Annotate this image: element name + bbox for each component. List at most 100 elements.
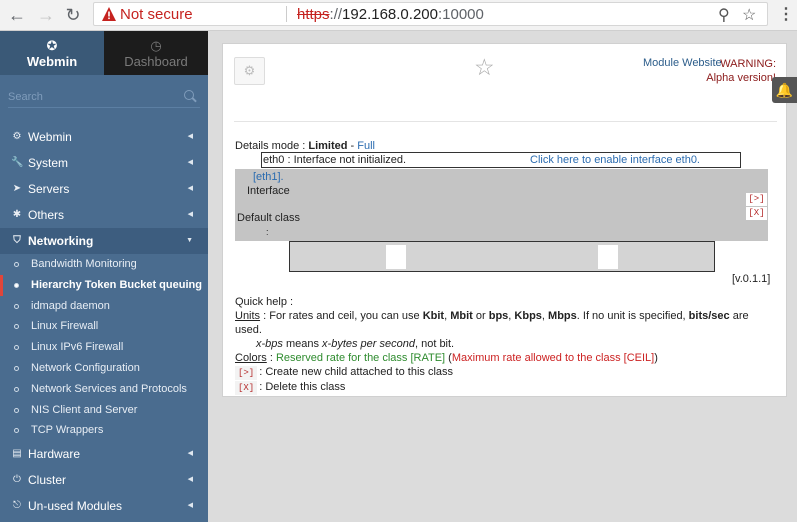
notification-bell-icon[interactable]: 🔔 [772,77,797,103]
quick-help: Quick help : Units : For rates and ceil,… [235,295,775,395]
rate-slot [386,245,406,269]
add-code: [>] [235,366,258,380]
alpha-warning: WARNING: Alpha version! [706,57,776,85]
security-label[interactable]: Not secure [120,6,193,23]
help-xbps-line: x-bps means x-bytes per second, not bit. [235,337,775,351]
sidebar-subitem-network-configuration[interactable]: Network Configuration [0,358,208,379]
colors-colon: : [266,352,276,364]
colors-label: Colors [235,352,267,364]
help-del-line: [X]: Delete this class [235,380,775,395]
module-panel: ⚙ ☆ Module Website WARNING: Alpha versio… [222,43,787,397]
details-mode: Details mode : Limited - Full [235,140,375,152]
caret-left-icon: ◀ [187,159,193,166]
main-content: ⚙ ☆ Module Website WARNING: Alpha versio… [208,31,797,522]
sidebar-item-servers[interactable]: ➤ Servers ◀ [0,176,208,202]
sidebar-item-system[interactable]: 🔧 System ◀ [0,150,208,176]
reload-icon[interactable]: ↻ [62,4,84,26]
sidebar-subitem-label: Network Services and Protocols [31,382,187,395]
unit-mbps: Mbps [548,310,577,322]
sidebar-subitem-label: Bandwidth Monitoring [31,258,137,270]
bell-glyph: 🔔 [775,82,794,98]
sidebar-item-label: Networking [28,234,94,248]
zoom-icon[interactable]: ⚲ [718,5,730,25]
sidebar-item-label: Un-used Modules [28,499,123,514]
caret-left-icon: ◀ [187,502,193,510]
interface-status-message: eth0 : Interface not initialized. [263,154,407,166]
delete-class-button[interactable]: [X] [746,207,767,220]
bullet-icon [14,365,19,371]
enable-interface-link[interactable]: Click here to enable interface eth0. [530,153,700,167]
forward-icon[interactable]: → [35,4,57,26]
url-port: :10000 [437,6,484,23]
sidebar-menu: ⚙ Webmin ◀ 🔧 System ◀ ➤ Servers ◀ ✱ Othe… [0,124,208,519]
tab-webmin[interactable]: ✪ Webmin [0,31,104,75]
url-scheme: https [297,6,330,23]
sidebar-subitem-linux-ipv6-firewall[interactable]: Linux IPv6 Firewall [0,337,208,358]
bullet-icon [14,345,19,351]
webmin-logo-icon: ✪ [46,38,58,53]
sidebar-subitem-nis[interactable]: NIS Client and Server [0,400,208,421]
unit-bps: bps [488,310,509,322]
bullet-icon [14,303,19,309]
sidebar-subitem-htb-queuing[interactable]: Hierarchy Token Bucket queuing [0,274,208,296]
warning-line-2: Alpha version! [706,72,776,84]
unit-mbit: Mbit [450,310,473,322]
sidebar-tabs: ✪ Webmin ◷ Dashboard [0,31,208,75]
sidebar-item-networking[interactable]: ⛉ Networking ▼ [0,228,208,254]
search-icon[interactable] [184,90,194,100]
sidebar-item-unused-modules[interactable]: ⎋ Un-used Modules ◀ [0,493,208,519]
search-input[interactable] [8,88,178,106]
max-rate-text: Maximum rate allowed to the class [CEIL] [451,352,655,364]
add-child-button[interactable]: [>] [746,193,767,206]
url-text[interactable]: https://192.168.0.200:10000 [297,6,484,23]
url-separator: :// [329,6,343,23]
favorite-star-icon[interactable]: ☆ [474,54,495,81]
means-text: means [282,338,323,350]
gear-icon: ⚙ [12,131,22,142]
sidebar-subitem-linux-firewall[interactable]: Linux Firewall [0,316,208,337]
details-full-link[interactable]: Full [357,140,375,152]
sidebar-subitem-bandwidth-monitoring[interactable]: Bandwidth Monitoring [0,254,208,275]
details-limited[interactable]: Limited [308,140,347,152]
wrench-icon: 🔧 [11,157,24,168]
bookmark-star-icon[interactable]: ☆ [742,5,756,25]
sidebar-item-hardware[interactable]: ▤ Hardware ◀ [0,441,208,467]
caret-left-icon: ◀ [187,185,193,192]
rate-slot [598,245,618,269]
sidebar-subitem-tcp-wrappers[interactable]: TCP Wrappers [0,420,208,441]
warning-icon [102,7,116,21]
browser-menu-icon[interactable]: ⋮ [778,4,794,24]
back-icon[interactable]: ← [6,4,28,26]
sidebar-subitem-label: Network Configuration [31,361,140,374]
sidebar-item-webmin[interactable]: ⚙ Webmin ◀ [0,124,208,150]
notbit-text: , not bit. [414,338,455,350]
warning-line-1: WARNING: [720,58,776,70]
address-bar[interactable]: Not secure https://192.168.0.200:10000 ⚲… [93,2,768,26]
tab-dashboard-label: Dashboard [124,54,188,69]
sidebar-item-cluster[interactable]: ⏻ Cluster ◀ [0,467,208,493]
units-text-b: . If no unit is specified, [576,310,689,322]
class-tree-area: [eth1]. Interface Default class : [>] [X… [235,169,768,241]
add-text: : Create new child attached to this clas… [259,366,454,378]
unit-bitssec: bits/sec [688,310,730,322]
units-text-a: : For rates and ceil, you can use [260,310,423,322]
browser-toolbar: ← → ↻ Not secure https://192.168.0.200:1… [0,0,797,31]
module-config-button[interactable]: ⚙ [234,57,265,85]
sidebar-subitem-label: idmapd daemon [31,299,110,312]
eth1-link[interactable]: [eth1]. [253,171,284,183]
sidebar-subitem-idmapd[interactable]: idmapd daemon [0,296,208,317]
divider [234,121,777,122]
units-label: Units [235,310,261,322]
version-label: [v.0.1.1] [732,273,771,285]
tab-dashboard[interactable]: ◷ Dashboard [104,31,208,75]
dashboard-icon: ◷ [150,38,162,53]
sidebar-subitem-network-services[interactable]: Network Services and Protocols [0,379,208,400]
sidebar-subitem-label: Linux Firewall [31,320,99,333]
sidebar-item-label: Webmin [28,130,72,144]
bullet-icon [14,428,19,434]
sidebar-item-others[interactable]: ✱ Others ◀ [0,202,208,228]
unit-kbps: Kbps [514,310,542,322]
xbytes-term: x-bytes per second [322,338,415,350]
caret-left-icon: ◀ [187,211,193,218]
sidebar-item-label: Cluster [28,473,67,488]
